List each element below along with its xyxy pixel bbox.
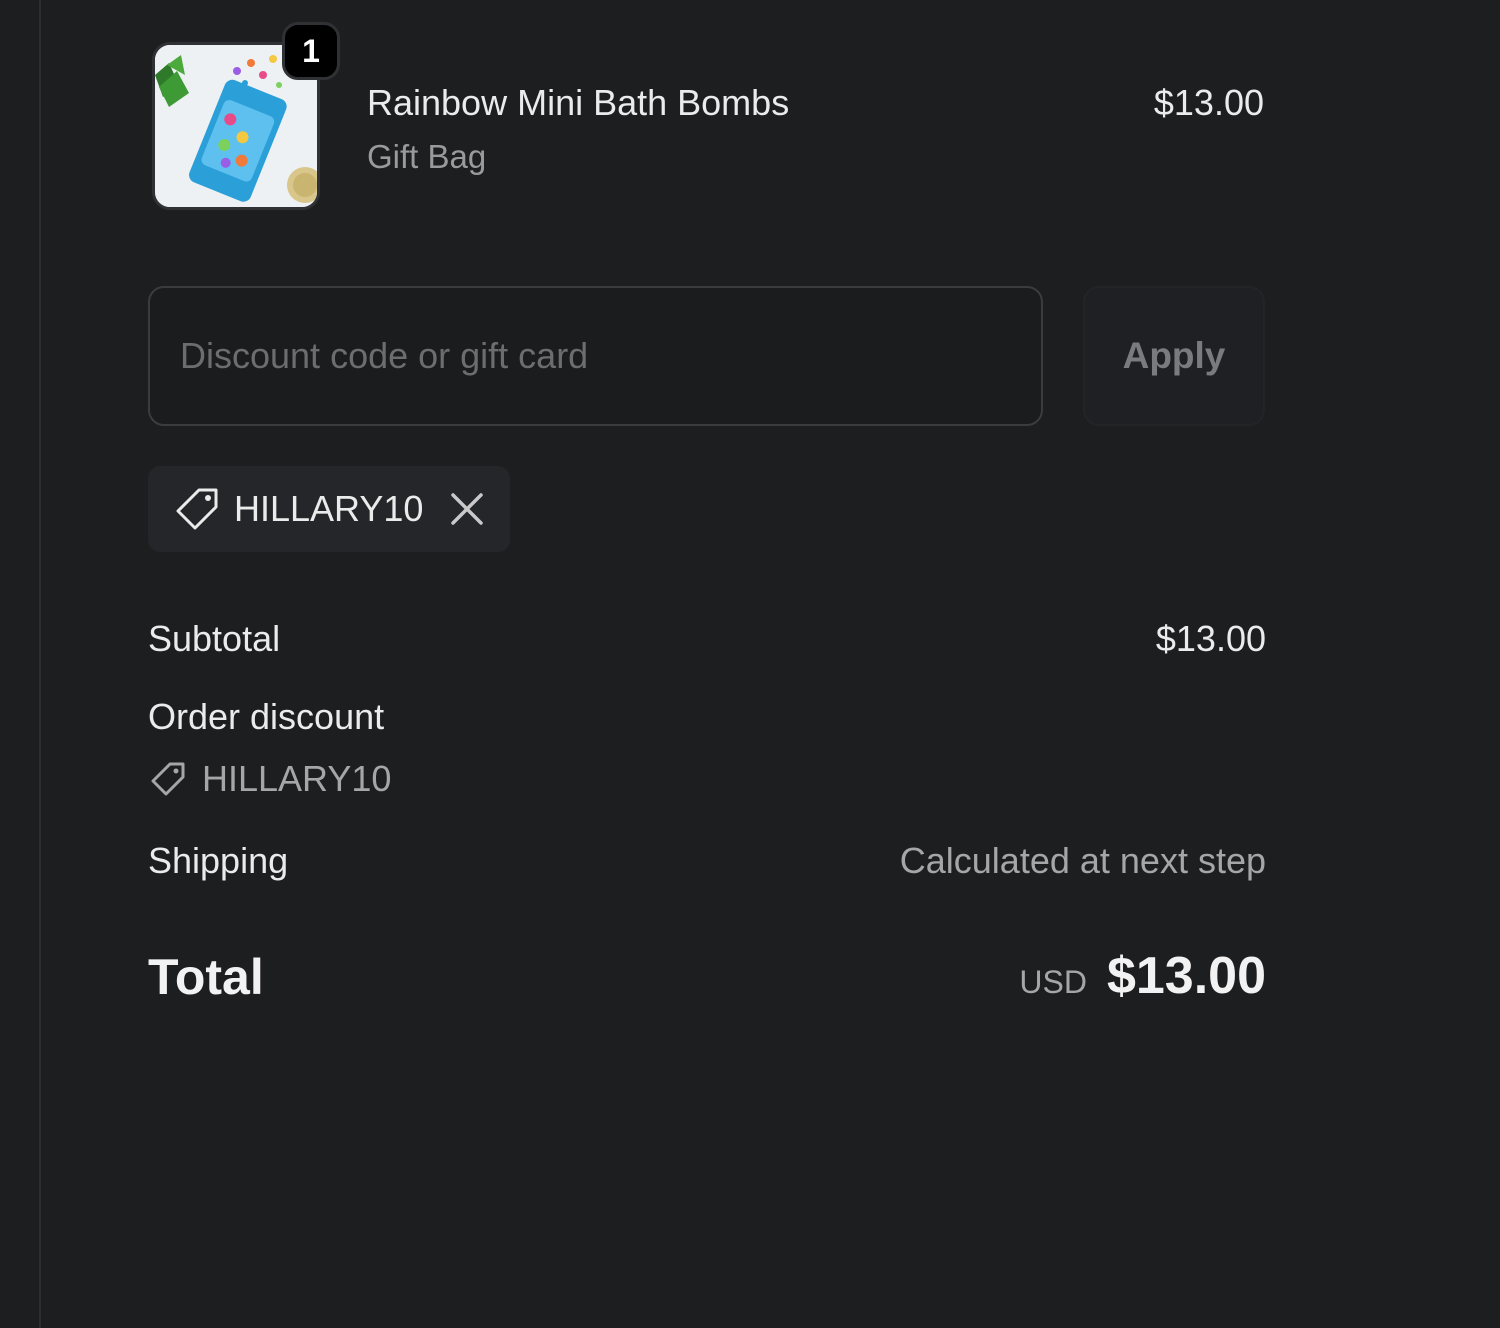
order-discount-label: Order discount — [148, 696, 385, 737]
tag-icon — [176, 488, 218, 530]
applied-discount-code: HILLARY10 — [234, 488, 424, 529]
shipping-value: Calculated at next step — [899, 840, 1266, 881]
product-variant: Gift Bag — [367, 138, 487, 175]
panel-divider — [39, 0, 41, 1328]
subtotal-label: Subtotal — [148, 618, 281, 659]
subtotal-value: $13.00 — [1155, 618, 1266, 659]
close-icon — [451, 493, 484, 525]
tag-icon — [151, 762, 185, 796]
order-discount-code-row: HILLARY10 — [148, 758, 391, 800]
shipping-label: Shipping — [148, 840, 289, 881]
total-value: USD $13.00 — [1019, 946, 1266, 1006]
product-price: $13.00 — [1153, 82, 1264, 123]
applied-discount-chip: HILLARY10 — [148, 466, 510, 552]
product-name: Rainbow Mini Bath Bombs — [367, 82, 790, 123]
discount-code-input[interactable] — [148, 286, 1043, 426]
remove-discount-button[interactable] — [447, 489, 487, 529]
line-item: 1 Rainbow Mini Bath Bombs Gift Bag $13.0… — [148, 22, 1266, 220]
currency-code: USD — [1019, 964, 1087, 1000]
total-amount: $13.00 — [1106, 947, 1266, 1005]
total-label: Total — [148, 949, 264, 1005]
apply-button[interactable]: Apply — [1083, 286, 1265, 426]
quantity-badge: 1 — [282, 22, 340, 80]
order-discount-code: HILLARY10 — [202, 758, 392, 799]
